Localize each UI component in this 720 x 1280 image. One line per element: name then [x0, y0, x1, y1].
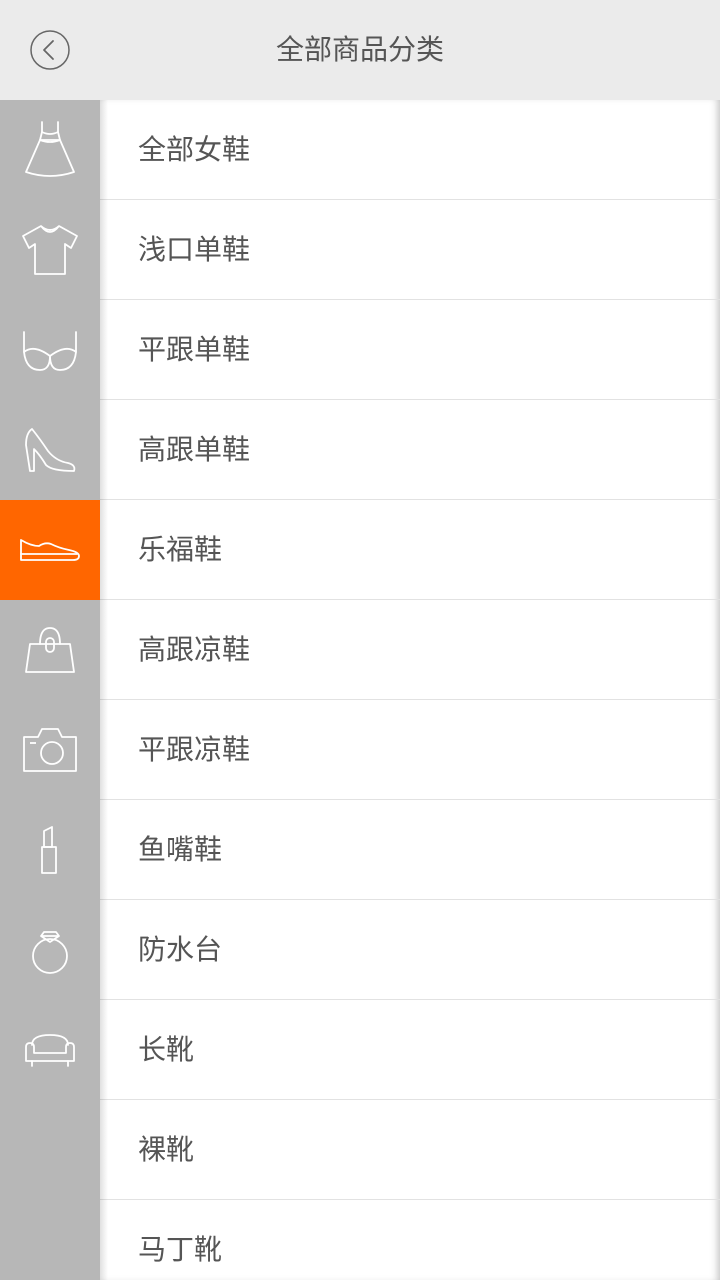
- camera-icon: [22, 727, 78, 773]
- back-button[interactable]: [30, 30, 70, 70]
- category-list: 全部女鞋 浅口单鞋 平跟单鞋 高跟单鞋 乐福鞋 高跟凉鞋 平跟凉鞋 鱼嘴鞋 防水…: [100, 100, 720, 1280]
- list-item[interactable]: 浅口单鞋: [100, 200, 720, 300]
- dress-icon: [20, 118, 80, 182]
- category-sidebar: [0, 100, 100, 1280]
- list-item[interactable]: 乐福鞋: [100, 500, 720, 600]
- list-item[interactable]: 高跟凉鞋: [100, 600, 720, 700]
- sidebar-item-bags[interactable]: [0, 600, 100, 700]
- flat-shoe-icon: [19, 536, 81, 564]
- bra-icon: [20, 326, 80, 374]
- list-item[interactable]: 高跟单鞋: [100, 400, 720, 500]
- tshirt-icon: [19, 222, 81, 278]
- page-title: 全部商品分类: [275, 33, 444, 66]
- sidebar-item-lingerie[interactable]: [0, 300, 100, 400]
- sidebar-item-dress[interactable]: [0, 100, 100, 200]
- header-bar: 全部商品分类: [0, 0, 720, 100]
- list-item[interactable]: 平跟单鞋: [100, 300, 720, 400]
- list-item[interactable]: 裸靴: [100, 1100, 720, 1200]
- list-item[interactable]: 长靴: [100, 1000, 720, 1100]
- sidebar-item-heels[interactable]: [0, 400, 100, 500]
- sidebar-item-digital[interactable]: [0, 700, 100, 800]
- list-item[interactable]: 马丁靴: [100, 1200, 720, 1280]
- sidebar-item-tshirt[interactable]: [0, 200, 100, 300]
- list-item[interactable]: 全部女鞋: [100, 100, 720, 200]
- list-item[interactable]: 防水台: [100, 900, 720, 1000]
- list-item[interactable]: 鱼嘴鞋: [100, 800, 720, 900]
- list-item[interactable]: 平跟凉鞋: [100, 700, 720, 800]
- high-heel-icon: [22, 425, 78, 475]
- chevron-left-circle-icon: [30, 30, 70, 70]
- handbag-icon: [22, 624, 78, 676]
- sidebar-item-beauty[interactable]: [0, 800, 100, 900]
- sidebar-item-shoes[interactable]: [0, 500, 100, 600]
- sidebar-item-home[interactable]: [0, 1000, 100, 1100]
- lipstick-icon: [38, 825, 62, 875]
- sofa-icon: [22, 1031, 78, 1069]
- ring-icon: [28, 924, 72, 976]
- sidebar-item-jewelry[interactable]: [0, 900, 100, 1000]
